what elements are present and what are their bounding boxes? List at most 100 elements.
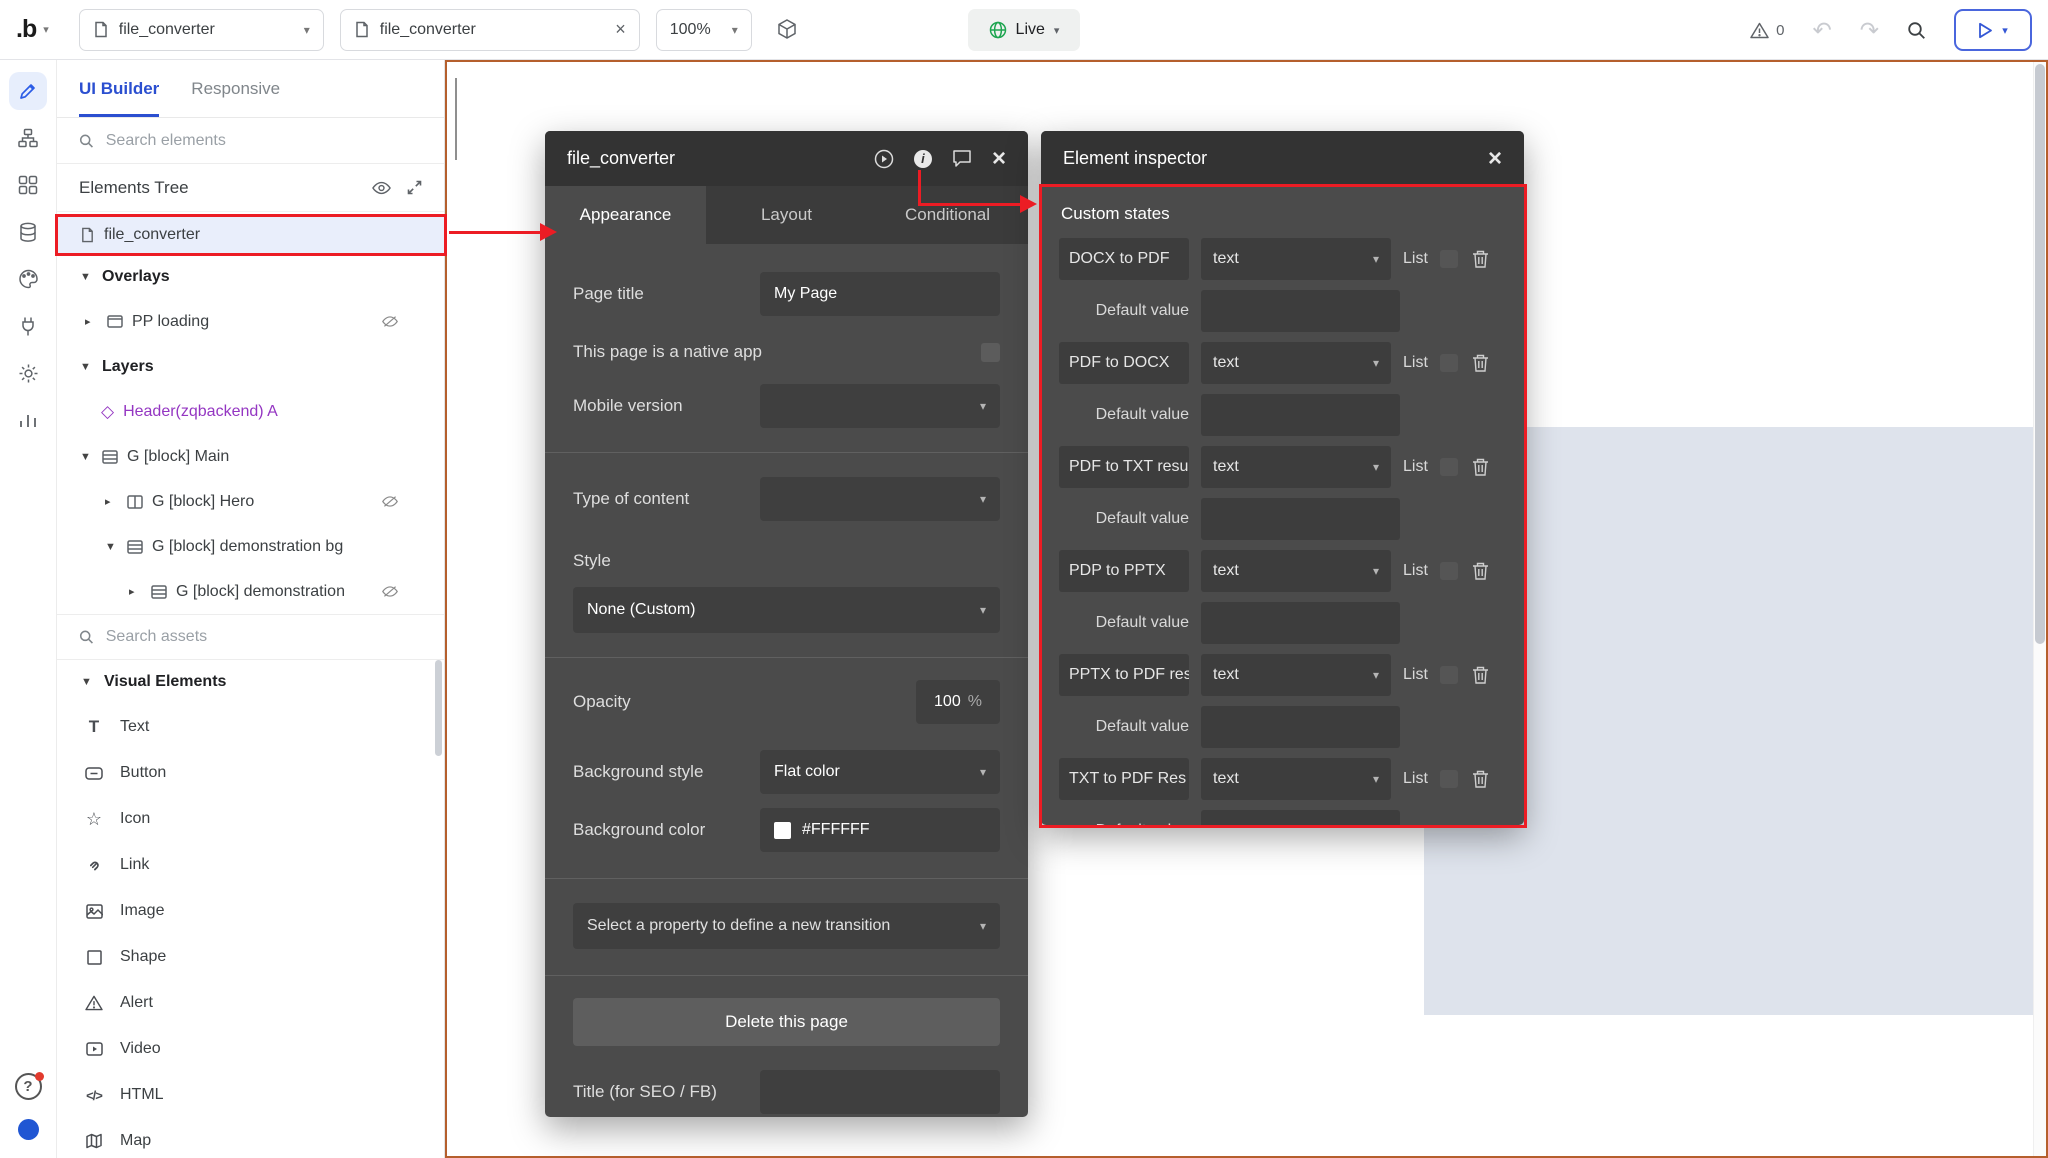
delete-page-button[interactable]: Delete this page — [573, 998, 1000, 1046]
canvas-scrollbar[interactable] — [2033, 62, 2046, 1156]
map-icon — [83, 1133, 105, 1149]
database-icon[interactable] — [9, 213, 47, 251]
page-title-input[interactable]: My Page — [760, 272, 1000, 316]
help-icon[interactable]: ? — [15, 1073, 42, 1100]
bubble-logo[interactable]: .b — [16, 15, 36, 44]
mobile-version-select[interactable]: ▾ — [760, 384, 1000, 428]
elements-tree-title: Elements Tree — [79, 178, 189, 198]
undo-icon[interactable]: ↶ — [1812, 19, 1831, 42]
chevron-down-icon: ▾ — [980, 603, 986, 617]
tree-section-overlays[interactable]: ▼ Overlays — [57, 254, 444, 299]
native-app-checkbox[interactable] — [981, 343, 1000, 362]
preview-button[interactable]: ▾ — [1954, 9, 2032, 51]
background-color-input[interactable]: #FFFFFF — [760, 808, 1000, 852]
tree-item-block-demonstration-bg[interactable]: ▼ G [block] demonstration bg — [57, 524, 444, 569]
element-inspector-titlebar[interactable]: Element inspector × — [1041, 131, 1524, 186]
workflow-icon[interactable] — [9, 166, 47, 204]
logs-chart-icon[interactable] — [9, 401, 47, 439]
tree-item-block-hero[interactable]: ▸ G [block] Hero — [57, 479, 444, 524]
component-cube-icon[interactable] — [776, 18, 798, 42]
page-edge-marker — [455, 78, 457, 160]
seo-title-input[interactable] — [760, 1070, 1000, 1114]
chevron-down-icon: ▾ — [980, 919, 986, 933]
color-swatch[interactable] — [774, 822, 791, 839]
design-pencil-icon[interactable] — [9, 72, 47, 110]
palette-item-map[interactable]: Map — [57, 1118, 444, 1158]
opacity-input[interactable]: 100% — [916, 680, 1000, 724]
type-of-content-select[interactable]: ▾ — [760, 477, 1000, 521]
html-code-icon: </> — [83, 1088, 105, 1103]
block-rows-icon — [151, 585, 167, 599]
caret-right-icon[interactable]: ▸ — [105, 495, 118, 508]
tab-appearance[interactable]: Appearance — [545, 186, 706, 244]
tab-responsive[interactable]: Responsive — [191, 60, 280, 117]
close-tab-icon[interactable]: × — [615, 19, 626, 40]
tab-ui-builder[interactable]: UI Builder — [79, 60, 159, 117]
hidden-eye-slash-icon[interactable] — [382, 495, 398, 508]
caret-down-icon[interactable]: ▼ — [80, 271, 93, 283]
tree-item-block-demonstration[interactable]: ▸ G [block] demonstration — [57, 569, 444, 614]
play-circle-icon[interactable] — [874, 149, 894, 169]
canvas-scrollbar-thumb[interactable] — [2035, 64, 2045, 644]
annotation-elbow-arrow-horizontal — [918, 203, 1022, 206]
palette-item-html[interactable]: </> HTML — [57, 1072, 444, 1118]
tab-layout[interactable]: Layout — [706, 186, 867, 244]
palette-item-label: Image — [120, 902, 164, 920]
tree-section-layers[interactable]: ▼ Layers — [57, 344, 444, 389]
tree-item-block-main[interactable]: ▼ G [block] Main — [57, 434, 444, 479]
search-icon — [79, 133, 94, 149]
tree-item-label: G [block] demonstration — [176, 583, 345, 601]
issues-indicator[interactable]: 0 — [1750, 22, 1784, 39]
close-icon[interactable]: × — [992, 147, 1006, 171]
property-editor-titlebar[interactable]: file_converter i × — [545, 131, 1028, 186]
styles-palette-icon[interactable] — [9, 260, 47, 298]
opacity-unit: % — [968, 693, 982, 711]
caret-down-icon[interactable]: ▼ — [80, 361, 93, 373]
search-assets-input[interactable] — [106, 628, 422, 646]
sitemap-icon[interactable] — [9, 119, 47, 157]
messenger-dot-icon[interactable] — [18, 1119, 39, 1140]
comment-bubble-icon[interactable] — [952, 149, 972, 168]
style-select[interactable]: None (Custom)▾ — [573, 587, 1000, 633]
visual-elements-header[interactable]: ▼ Visual Elements — [57, 660, 444, 704]
plugins-plug-icon[interactable] — [9, 307, 47, 345]
block-rows-icon — [127, 540, 143, 554]
search-elements-input[interactable] — [106, 132, 422, 150]
palette-item-image[interactable]: Image — [57, 888, 444, 934]
palette-item-icon[interactable]: ☆ Icon — [57, 796, 444, 842]
toolbar-right-group: 0 ↶ ↷ ▾ — [1750, 0, 2032, 60]
redo-icon[interactable]: ↷ — [1860, 19, 1879, 42]
palette-item-shape[interactable]: Shape — [57, 934, 444, 980]
eye-icon[interactable] — [372, 181, 391, 195]
hidden-eye-slash-icon[interactable] — [382, 315, 398, 328]
search-elements-bar — [57, 118, 444, 164]
palette-item-button[interactable]: Button — [57, 750, 444, 796]
caret-down-icon[interactable]: ▼ — [80, 451, 93, 463]
settings-gear-icon[interactable] — [9, 354, 47, 392]
caret-right-icon[interactable]: ▸ — [129, 585, 142, 598]
left-panel-scrollbar[interactable] — [435, 660, 442, 756]
caret-down-icon[interactable]: ▼ — [105, 541, 118, 553]
zoom-dropdown[interactable]: 100% ▾ — [656, 9, 752, 51]
tab-conditional[interactable]: Conditional — [867, 186, 1028, 244]
hidden-eye-slash-icon[interactable] — [382, 585, 398, 598]
palette-item-video[interactable]: Video — [57, 1026, 444, 1072]
video-icon — [83, 1042, 105, 1056]
info-icon[interactable]: i — [914, 150, 932, 168]
expand-icon[interactable] — [407, 180, 422, 195]
close-icon[interactable]: × — [1488, 147, 1502, 171]
background-style-select[interactable]: Flat color▾ — [760, 750, 1000, 794]
palette-item-text[interactable]: T Text — [57, 704, 444, 750]
palette-item-link[interactable]: Link — [57, 842, 444, 888]
page-selector-dropdown[interactable]: file_converter ▾ — [79, 9, 324, 51]
palette-item-label: Button — [120, 764, 166, 782]
caret-right-icon[interactable]: ▸ — [85, 315, 98, 328]
palette-item-alert[interactable]: Alert — [57, 980, 444, 1026]
live-version-dropdown[interactable]: Live ▾ — [968, 9, 1080, 51]
transition-select[interactable]: Select a property to define a new transi… — [573, 903, 1000, 949]
tree-item-header-reusable[interactable]: ◇ Header(zqbackend) A — [57, 389, 444, 434]
open-page-tab[interactable]: file_converter × — [340, 9, 640, 51]
search-icon[interactable] — [1907, 21, 1926, 40]
logo-chevron-down-icon[interactable]: ▾ — [43, 23, 49, 36]
tree-item-pp-loading[interactable]: ▸ PP loading — [57, 299, 444, 344]
